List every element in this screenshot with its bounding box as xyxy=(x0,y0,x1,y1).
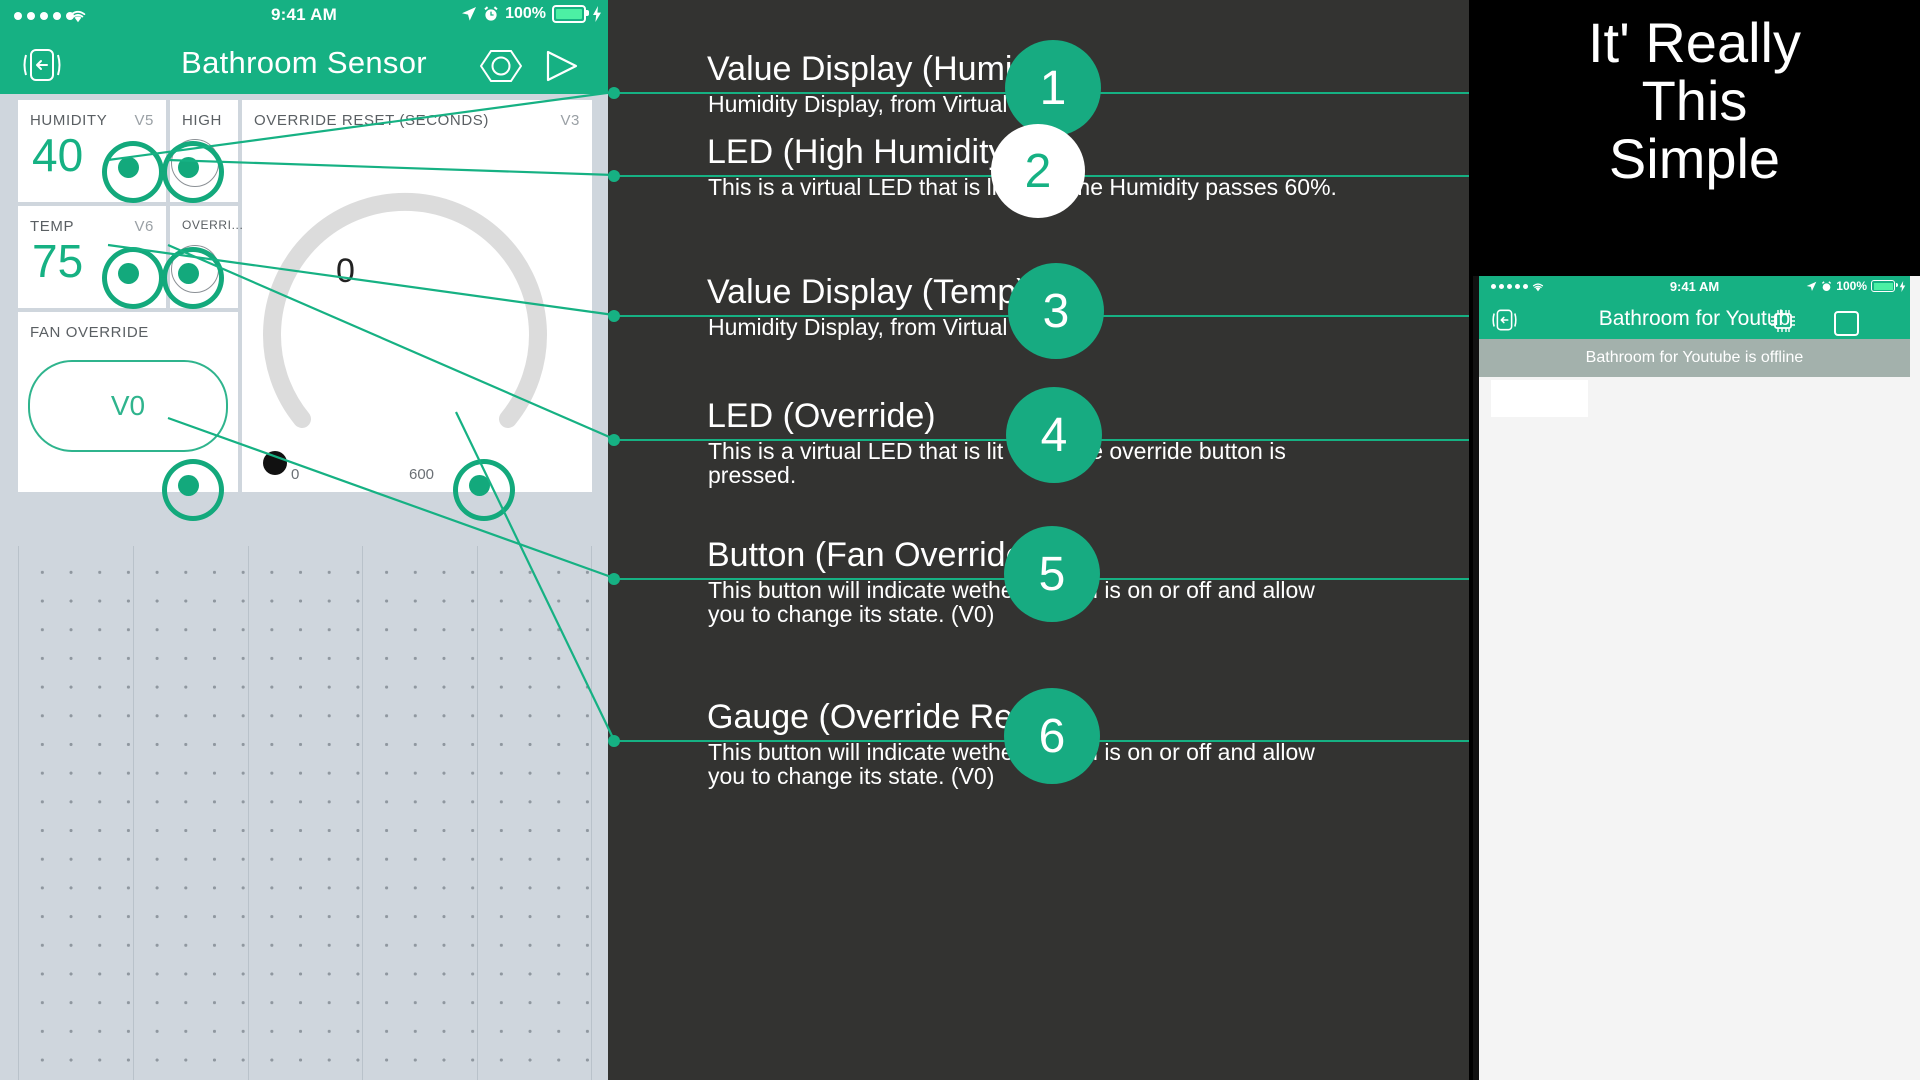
widget-pin: V6 xyxy=(134,218,154,235)
slogan-line-3: Simple xyxy=(1608,127,1781,191)
battery-icon xyxy=(1871,280,1898,292)
badge-number: 5 xyxy=(1038,547,1066,601)
screenshot-root: 9:41 AM 100% Bathroom Sensor HUMIDITY V5… xyxy=(0,0,1920,1080)
annotation-badge-6: 6 xyxy=(1004,688,1100,784)
battery-percent-label: 100% xyxy=(505,5,546,22)
gauge-min-label: 0 xyxy=(291,466,300,483)
resize-handle-fan-override[interactable] xyxy=(149,446,237,534)
slogan-line-1: It' Really xyxy=(1588,11,1801,74)
annotation-anchor-dot xyxy=(608,434,620,446)
status-bar-right: 100% xyxy=(461,5,602,23)
app-navbar: Bathroom Sensor xyxy=(0,34,608,94)
annotation-badge-2: 2 xyxy=(991,124,1085,218)
grid-dots xyxy=(18,546,592,1080)
annotation-anchor-dot xyxy=(608,735,620,747)
empty-grid-area[interactable] xyxy=(18,546,592,1080)
gauge-max-label: 600 xyxy=(409,466,435,483)
widget-grid: HUMIDITY V5 40 HIGH TEMP V6 75 OVERRI...… xyxy=(18,100,592,540)
hexagon-icon[interactable] xyxy=(480,50,522,82)
ios-status-bar: 9:41 AM 100% xyxy=(0,0,608,34)
widget-pin: V5 xyxy=(134,112,154,129)
resize-handle-humidity[interactable] xyxy=(89,128,177,216)
phone-navbar: Bathroom for Youtub xyxy=(1479,299,1910,339)
annotation-badge-4: 4 xyxy=(1006,387,1102,483)
widget-label: HIGH xyxy=(182,112,222,129)
location-arrow-icon xyxy=(462,7,477,21)
widget-label: OVERRI... xyxy=(182,218,244,232)
widget-label: OVERRIDE RESET (SECONDS) xyxy=(254,112,489,129)
placeholder-widget-tile[interactable] xyxy=(1491,380,1588,417)
annotation-badge-1: 1 xyxy=(1005,40,1101,136)
widget-pin: V3 xyxy=(560,112,580,129)
badge-number: 3 xyxy=(1042,284,1070,338)
annotation-anchor-dot xyxy=(608,573,620,585)
annotation-anchor-dot xyxy=(608,170,620,182)
annotation-anchor-dot xyxy=(608,87,620,99)
widget-label: HUMIDITY xyxy=(30,112,108,129)
microchip-icon[interactable] xyxy=(1769,309,1797,333)
widget-value: 40 xyxy=(32,129,84,181)
widget-label: FAN OVERRIDE xyxy=(30,324,149,341)
battery-icon xyxy=(552,5,589,23)
resize-handle-temp[interactable] xyxy=(89,234,177,322)
widget-gauge-override-reset[interactable]: OVERRIDE RESET (SECONDS) V3 0 0 600 xyxy=(242,100,592,492)
gauge-value: 0 xyxy=(336,252,355,290)
badge-number: 1 xyxy=(1039,61,1067,115)
charging-bolt-icon xyxy=(1899,280,1906,292)
phone-status-bar: 9:41 AM 100% xyxy=(1479,276,1910,299)
widget-label: TEMP xyxy=(30,218,75,235)
badge-number: 6 xyxy=(1038,709,1066,763)
widget-canvas: HUMIDITY V5 40 HIGH TEMP V6 75 OVERRI...… xyxy=(0,94,608,1080)
alarm-clock-icon xyxy=(1822,280,1832,291)
annotation-badge-5: 5 xyxy=(1004,526,1100,622)
annotation-badge-3: 3 xyxy=(1008,263,1104,359)
offline-banner: Bathroom for Youtube is offline xyxy=(1479,339,1910,377)
gauge-track xyxy=(263,192,547,428)
square-icon[interactable] xyxy=(1834,311,1859,336)
play-triangle-icon[interactable] xyxy=(545,50,579,82)
alarm-clock-icon xyxy=(484,6,498,21)
phone-battery-percent: 100% xyxy=(1836,279,1867,293)
resize-handle-override-led[interactable] xyxy=(149,234,237,322)
location-arrow-icon xyxy=(1806,281,1817,291)
badge-number: 2 xyxy=(1024,144,1052,198)
fan-override-button[interactable]: V0 xyxy=(28,360,228,452)
right-promo-panel: It' Really This Simple 9:41 AM 100% Bath… xyxy=(1469,0,1920,1080)
promo-slogan: It' Really This Simple xyxy=(1469,11,1920,191)
badge-number: 4 xyxy=(1040,408,1068,462)
blynk-editor-phone-view: 9:41 AM 100% Bathroom Sensor HUMIDITY V5… xyxy=(0,0,608,1080)
charging-bolt-icon xyxy=(593,6,601,22)
resize-handle-gauge[interactable] xyxy=(440,446,528,534)
phone-status-right: 100% xyxy=(1806,279,1906,293)
resize-handle-high-led[interactable] xyxy=(149,128,237,216)
slogan-line-2: This xyxy=(1641,69,1748,133)
widget-value: 75 xyxy=(32,235,84,287)
annotation-anchor-dot xyxy=(608,310,620,322)
phone-mockup: 9:41 AM 100% Bathroom for Youtub Bathroo… xyxy=(1473,276,1920,1080)
gauge-knob[interactable] xyxy=(263,451,287,475)
